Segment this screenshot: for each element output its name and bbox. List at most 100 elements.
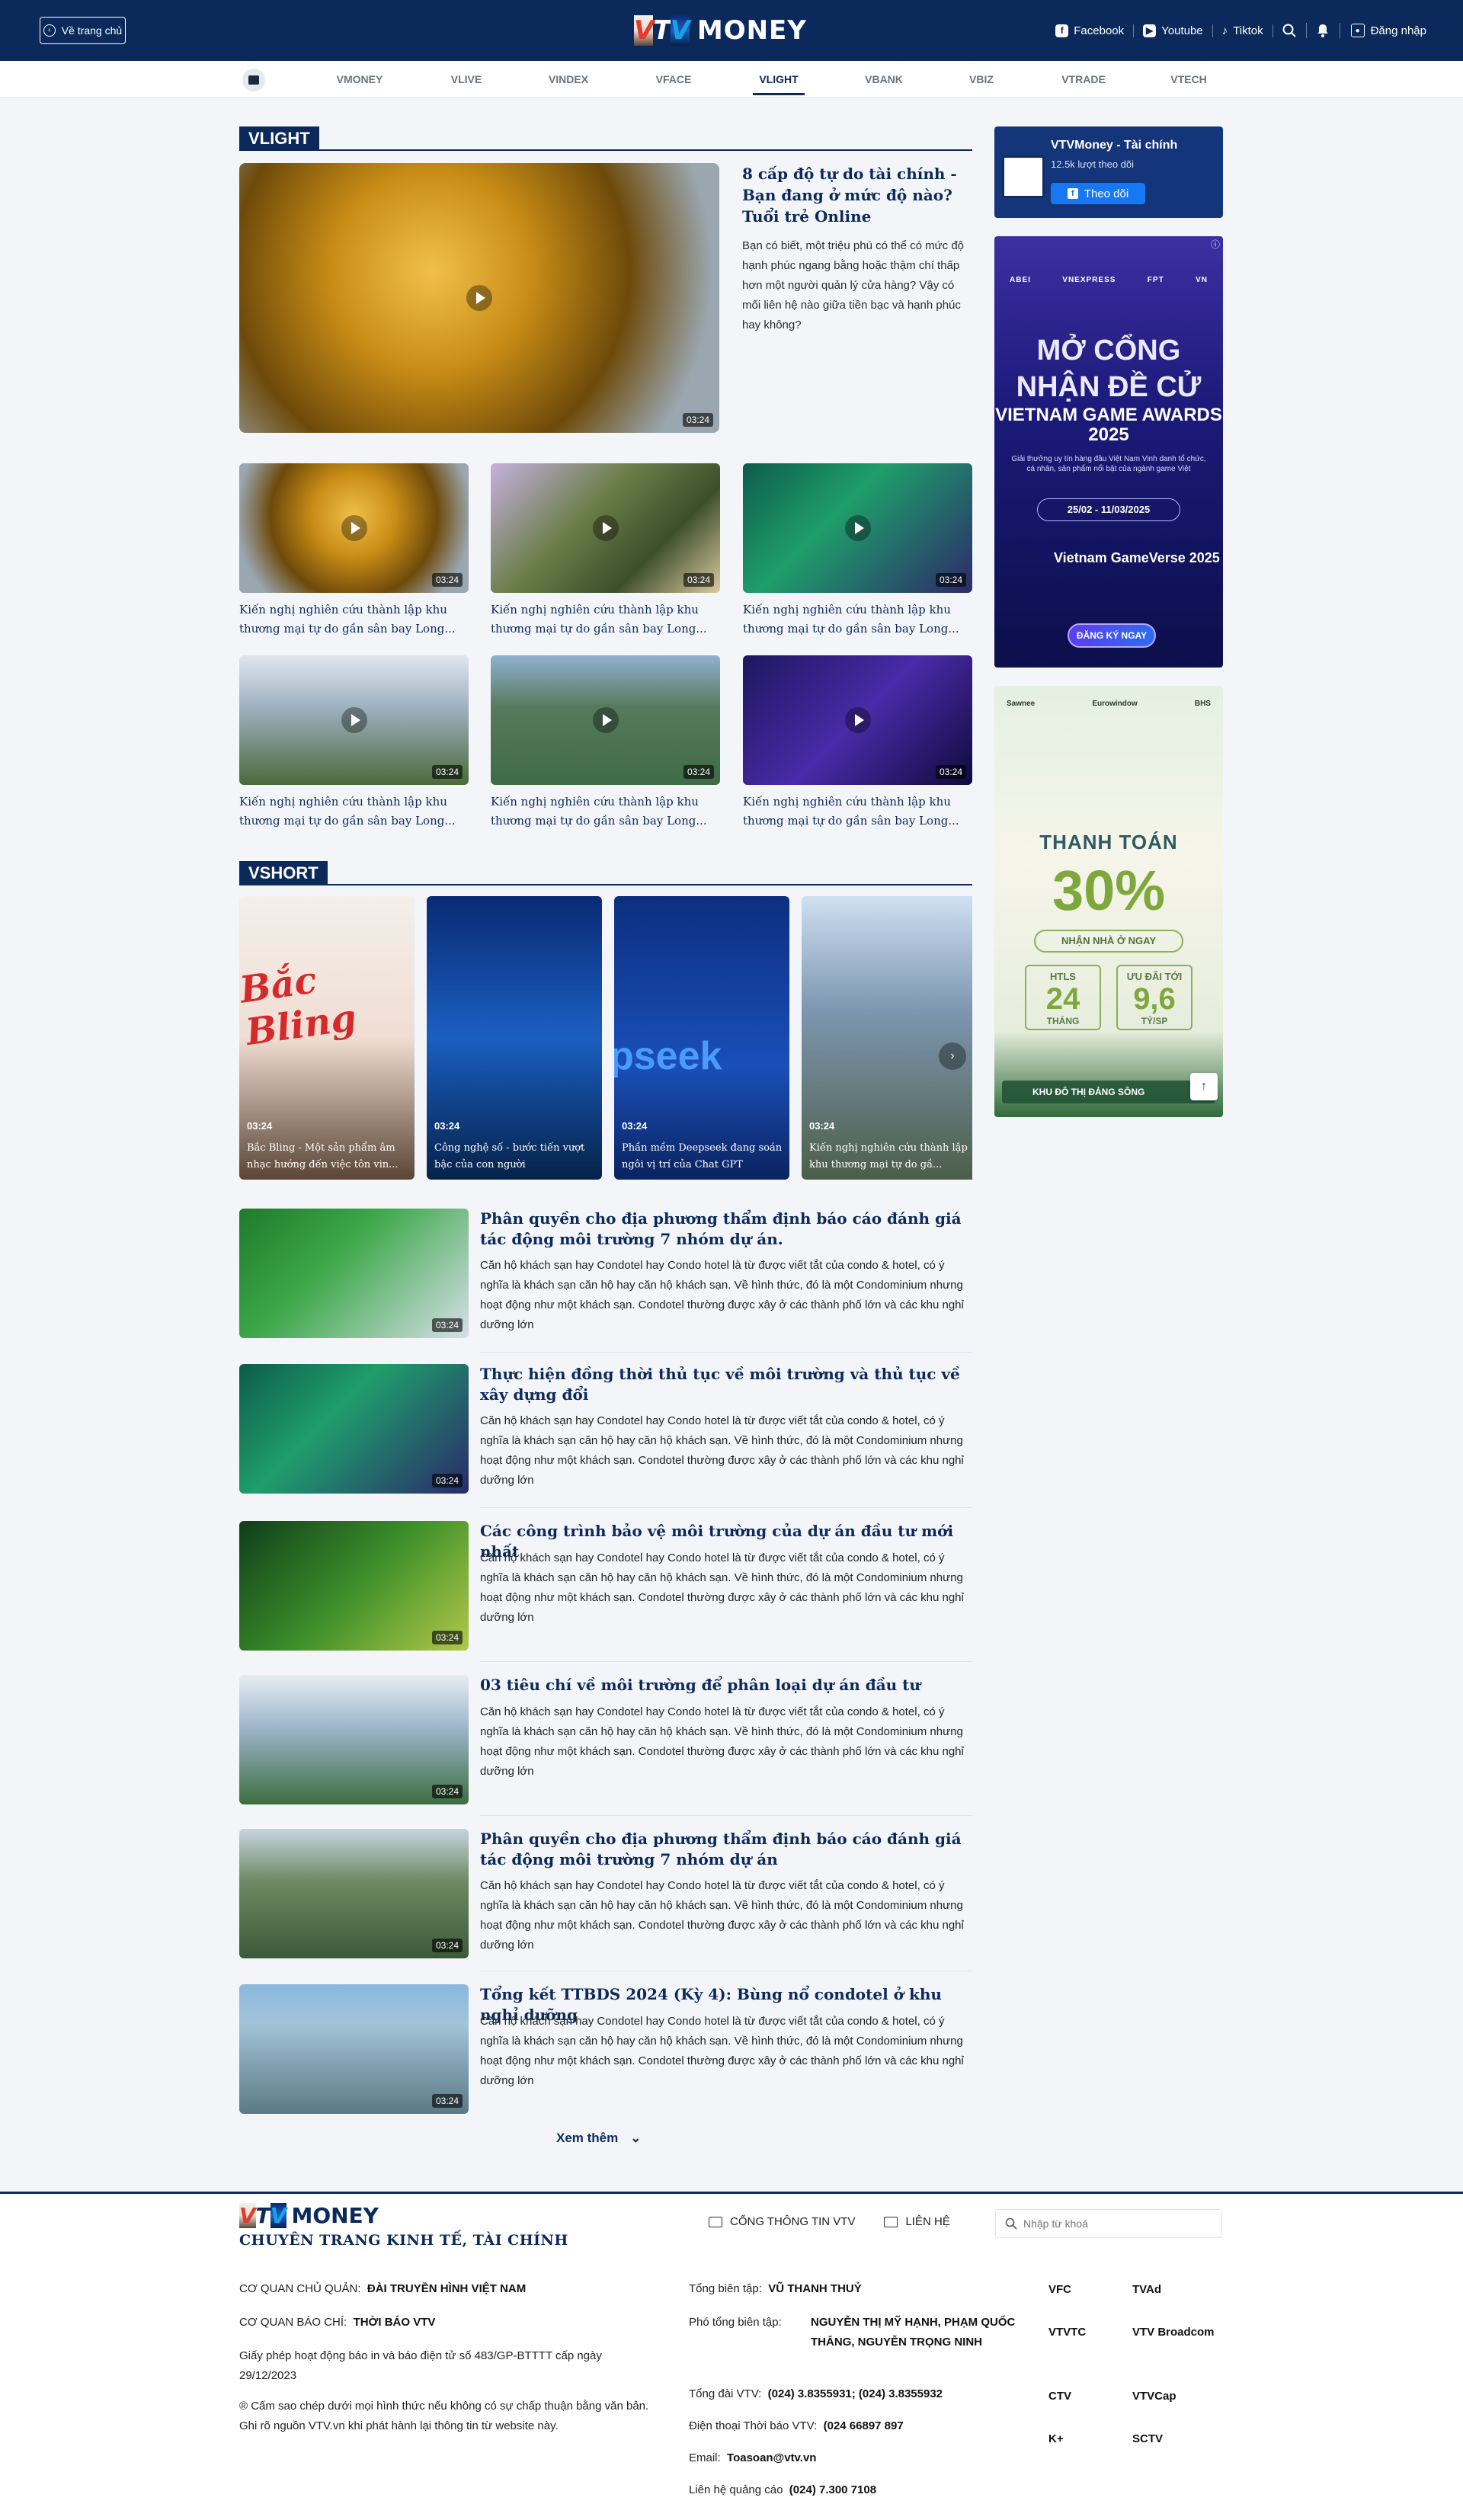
scroll-to-top-button[interactable]: ↑ bbox=[1190, 1073, 1218, 1100]
article-thumbnail[interactable]: 03:24 bbox=[239, 1984, 469, 2114]
partner-link[interactable]: VFC bbox=[1048, 2281, 1071, 2299]
search-button[interactable] bbox=[1273, 23, 1307, 38]
ad-event-name: VIETNAM GAME AWARDS 2025 bbox=[995, 405, 1222, 445]
featured-video-description: Bạn có biết, một triệu phú có thể có mức… bbox=[742, 239, 965, 331]
partner-link[interactable]: VTVCap bbox=[1132, 2387, 1176, 2406]
ads-contact-info: Liên hệ quảng cáo (024) 7.300 7108 bbox=[689, 2483, 877, 2496]
short-thumbnail-text: pseek bbox=[614, 1034, 722, 1078]
follower-count: 12.5k lượt theo dõi bbox=[1051, 159, 1135, 170]
tiktok-link[interactable]: ♪ Tiktok bbox=[1213, 24, 1273, 37]
ad-info-icon[interactable]: ⓘ bbox=[1211, 238, 1220, 251]
real-estate-ad-banner[interactable]: Sawnee Eurowindow BHS THANH TOÁN 30% NHẬN … bbox=[994, 686, 1223, 1117]
youtube-link[interactable]: ▶ Youtube bbox=[1134, 24, 1213, 37]
video-thumbnail[interactable]: 03:24 bbox=[239, 463, 469, 593]
article-title[interactable]: Phân quyền cho địa phương thẩm định báo … bbox=[480, 1209, 972, 1250]
ad-register-button[interactable]: ĐĂNG KÝ NGAY bbox=[1068, 623, 1156, 648]
article-row[interactable]: 03:24 Các công trình bảo vệ môi trường c… bbox=[239, 1521, 972, 1652]
video-thumbnail[interactable]: 03:24 bbox=[743, 655, 972, 785]
video-duration: 03:24 bbox=[431, 1474, 463, 1487]
video-duration: 03:24 bbox=[431, 1631, 463, 1644]
video-caption[interactable]: Kiến nghị nghiên cứu thành lập khu thươn… bbox=[743, 793, 972, 831]
divider bbox=[480, 1352, 972, 1353]
partner-link[interactable]: SCTV bbox=[1132, 2430, 1163, 2448]
article-thumbnail[interactable]: 03:24 bbox=[239, 1521, 469, 1651]
article-thumbnail[interactable]: 03:24 bbox=[239, 1675, 469, 1804]
contact-link[interactable]: LIÊN HỆ bbox=[884, 2215, 950, 2228]
short-video-card[interactable]: Bắc Bling 03:24 Bắc Bling - Một sản phẩm… bbox=[239, 896, 415, 1180]
featured-video-title[interactable]: 8 cấp độ tự do tài chính - Bạn đang ở mứ… bbox=[742, 163, 971, 227]
facebook-page-widget[interactable]: VTVMoney - Tài chính 12.5k lượt theo dõi… bbox=[994, 126, 1223, 218]
vtv-portal-link[interactable]: CỔNG THÔNG TIN VTV bbox=[709, 2215, 855, 2228]
site-logo[interactable]: VTV MONEY bbox=[634, 14, 807, 47]
video-duration: 03:24 bbox=[431, 1318, 463, 1332]
video-card[interactable]: 03:24 Kiến nghị nghiên cứu thành lập khu … bbox=[491, 463, 720, 639]
article-title[interactable]: Phân quyền cho địa phương thẩm định báo … bbox=[480, 1829, 972, 1870]
video-caption[interactable]: Kiến nghị nghiên cứu thành lập khu thươn… bbox=[239, 600, 469, 639]
nav-item-vtech[interactable]: VTECH bbox=[1143, 61, 1234, 98]
video-thumbnail[interactable]: 03:24 bbox=[239, 655, 469, 785]
nav-item-vbiz[interactable]: VBIZ bbox=[936, 61, 1027, 98]
nav-item-vindex[interactable]: VINDEX bbox=[523, 61, 614, 98]
game-awards-ad-banner[interactable]: ⓘ ABEI VNEXPRESS FPT VN MỞ CỔNG NHẬN ĐỀ CỬ … bbox=[994, 236, 1223, 668]
play-icon bbox=[592, 707, 619, 733]
video-thumbnail[interactable]: 03:24 bbox=[491, 655, 720, 785]
tiktok-icon: ♪ bbox=[1221, 24, 1228, 37]
article-row[interactable]: 03:24 Phân quyền cho địa phương thẩm địn… bbox=[239, 1209, 972, 1340]
home-button[interactable] bbox=[242, 69, 265, 91]
partner-link[interactable]: TVAd bbox=[1132, 2281, 1161, 2299]
video-caption[interactable]: Kiến nghị nghiên cứu thành lập khu thươn… bbox=[491, 600, 720, 639]
video-caption[interactable]: Kiến nghị nghiên cứu thành lập khu thươn… bbox=[239, 793, 469, 831]
article-row[interactable]: 03:24 03 tiêu chí về môi trường để phân … bbox=[239, 1675, 972, 1806]
video-thumbnail[interactable]: 03:24 bbox=[491, 463, 720, 593]
partner-link[interactable]: K+ bbox=[1048, 2430, 1064, 2448]
article-title[interactable]: Thực hiện đồng thời thủ tục về môi trườn… bbox=[480, 1364, 972, 1405]
partner-link[interactable]: CTV bbox=[1048, 2387, 1071, 2406]
arrow-up-icon: ↑ bbox=[1201, 1080, 1207, 1093]
deputy-label: Phó tổng biên tập: bbox=[689, 2316, 782, 2329]
video-caption[interactable]: Kiến nghị nghiên cứu thành lập khu thươn… bbox=[743, 600, 972, 639]
facebook-link[interactable]: f Facebook bbox=[1046, 24, 1135, 37]
article-thumbnail[interactable]: 03:24 bbox=[239, 1209, 469, 1338]
article-row[interactable]: 03:24 Phân quyền cho địa phương thẩm địn… bbox=[239, 1829, 972, 1960]
short-video-card[interactable]: pseek 03:24 Phần mềm Deepseek đang soán … bbox=[614, 896, 789, 1180]
footer-logo[interactable]: VTV MONEY bbox=[239, 2203, 379, 2228]
load-more-button[interactable]: Xem thêm ⌄ bbox=[556, 2131, 642, 2146]
youtube-icon: ▶ bbox=[1143, 24, 1157, 37]
short-video-card[interactable]: 03:24 Kiến nghị nghiên cứu thành lập khu… bbox=[802, 896, 972, 1180]
video-duration: 03:24 bbox=[682, 413, 713, 427]
ad-percent: 30% bbox=[1052, 859, 1166, 922]
partner-link[interactable]: VTV Broadcom bbox=[1132, 2323, 1216, 2342]
video-caption[interactable]: Kiến nghị nghiên cứu thành lập khu thươn… bbox=[491, 793, 720, 831]
notification-button[interactable] bbox=[1307, 23, 1340, 38]
footer-search-box[interactable] bbox=[995, 2209, 1222, 2238]
article-thumbnail[interactable]: 03:24 bbox=[239, 1829, 469, 1958]
footer-search-input[interactable] bbox=[1023, 2217, 1206, 2230]
article-row[interactable]: 03:24 Thực hiện đồng thời thủ tục về môi… bbox=[239, 1364, 972, 1495]
video-card[interactable]: 03:24 Kiến nghị nghiên cứu thành lập khu … bbox=[239, 463, 469, 639]
video-thumbnail[interactable]: 03:24 bbox=[743, 463, 972, 593]
nav-item-vmoney[interactable]: VMONEY bbox=[314, 61, 405, 98]
featured-video-thumbnail[interactable]: 03:24 bbox=[239, 163, 719, 433]
login-button[interactable]: ● Đăng nhập bbox=[1340, 24, 1426, 37]
play-icon bbox=[592, 515, 619, 541]
short-video-card[interactable]: 03:24 Công nghệ số - bước tiến vượt bậc … bbox=[427, 896, 602, 1180]
nav-item-vlight[interactable]: VLIGHT bbox=[733, 61, 824, 98]
video-card[interactable]: 03:24 Kiến nghị nghiên cứu thành lập khu … bbox=[239, 655, 469, 831]
back-home-button[interactable]: ‹ Về trang chủ bbox=[40, 17, 126, 44]
article-row[interactable]: 03:24 Tổng kết TTBDS 2024 (Kỳ 4): Bùng n… bbox=[239, 1984, 972, 2115]
video-card[interactable]: 03:24 Kiến nghị nghiên cứu thành lập khu … bbox=[743, 655, 972, 831]
video-card[interactable]: 03:24 Kiến nghị nghiên cứu thành lập khu … bbox=[743, 463, 972, 639]
carousel-next-button[interactable]: › bbox=[939, 1042, 966, 1070]
nav-item-vface[interactable]: VFACE bbox=[628, 61, 719, 98]
nav-item-vlive[interactable]: VLIVE bbox=[421, 61, 512, 98]
nav-item-vbank[interactable]: VBANK bbox=[838, 61, 930, 98]
hotline-info: Tổng đài VTV: (024) 3.8355931; (024) 3.8… bbox=[689, 2387, 943, 2400]
partner-link[interactable]: VTVTC bbox=[1048, 2323, 1086, 2342]
search-icon bbox=[1282, 24, 1296, 37]
short-video-title: Kiến nghị nghiên cứu thành lập khu thươn… bbox=[809, 1142, 968, 1170]
video-card[interactable]: 03:24 Kiến nghị nghiên cứu thành lập khu … bbox=[491, 655, 720, 831]
article-thumbnail[interactable]: 03:24 bbox=[239, 1364, 469, 1494]
follow-button[interactable]: f Theo dõi bbox=[1051, 183, 1145, 204]
nav-item-vtrade[interactable]: VTRADE bbox=[1038, 61, 1129, 98]
article-title[interactable]: 03 tiêu chí về môi trường để phân loại d… bbox=[480, 1675, 972, 1695]
